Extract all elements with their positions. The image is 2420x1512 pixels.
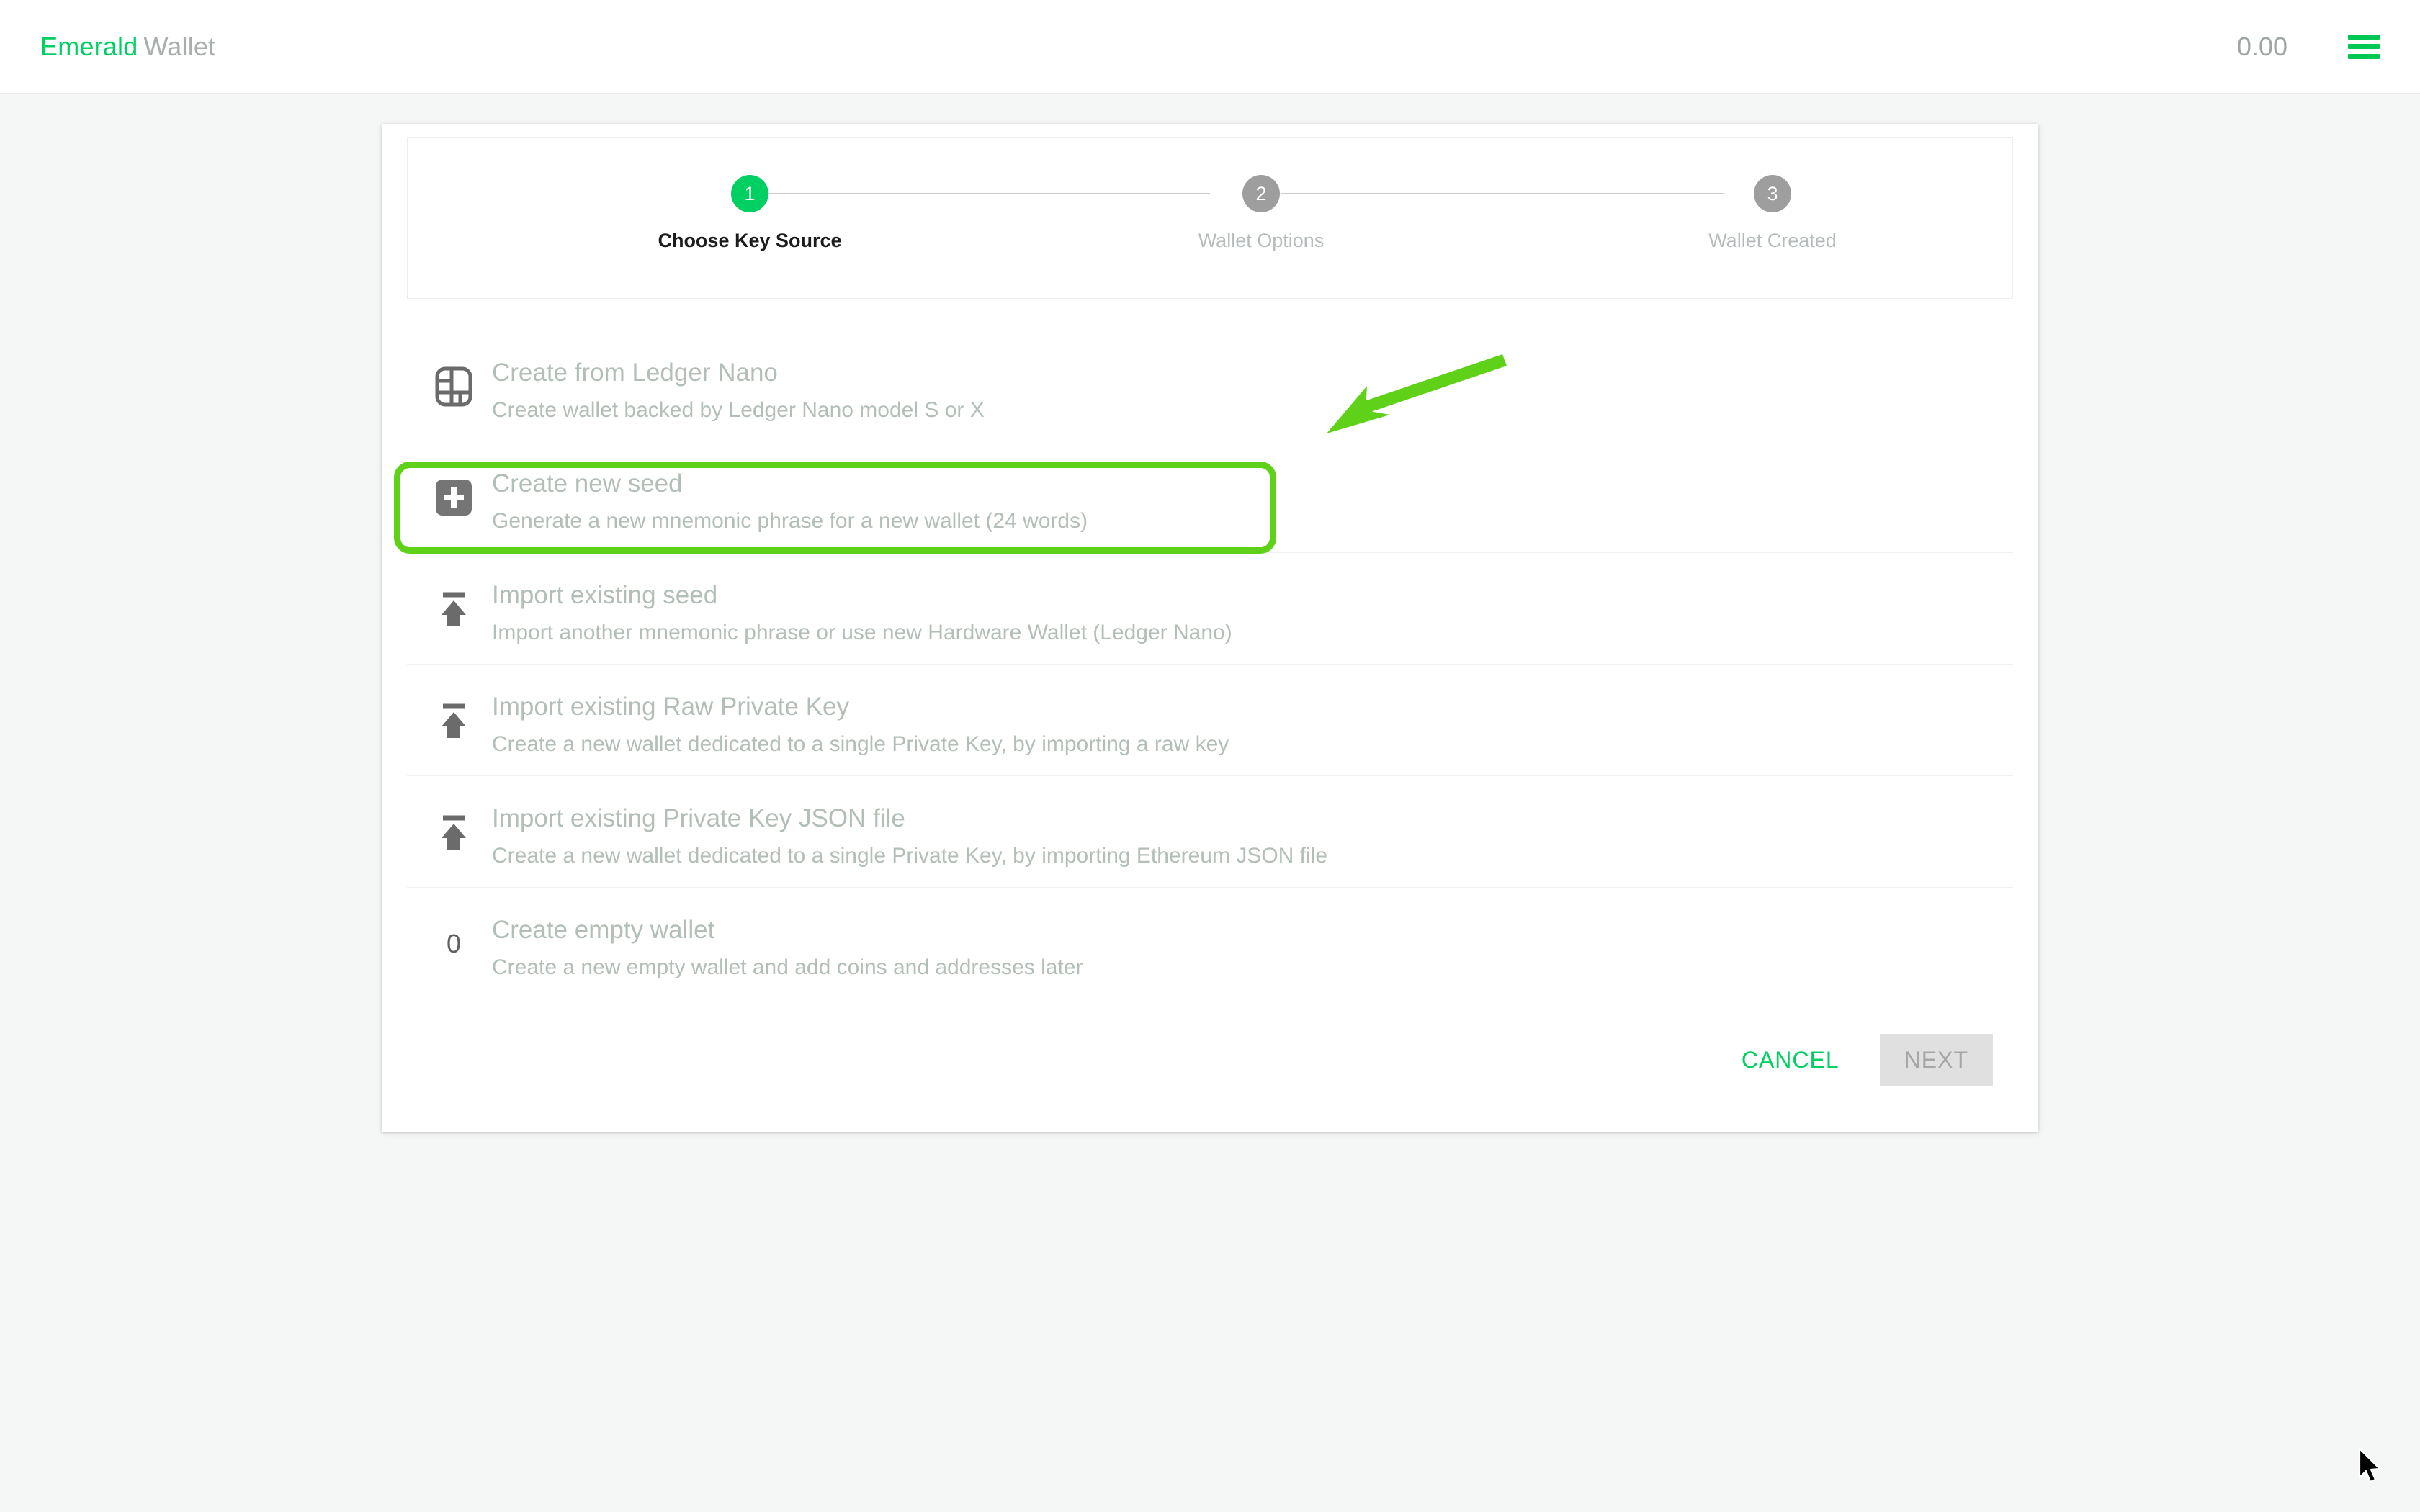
option-text-block: Create empty wallet Create a new empty w…	[485, 914, 1083, 981]
wizard-stepper: 1 Choose Key Source 2 Wallet Options 3 W…	[407, 137, 2013, 299]
option-description: Generate a new mnemonic phrase for a new…	[492, 508, 1088, 533]
option-text-block: Import existing seed Import another mnem…	[485, 579, 1232, 646]
brand-secondary-text: Wallet	[143, 31, 216, 61]
step-1-label: Choose Key Source	[658, 230, 842, 251]
stepper-step-3[interactable]: 3 Wallet Created	[1643, 175, 1902, 252]
option-description: Create a new wallet dedicated to a singl…	[492, 843, 1328, 868]
top-bar-right-group: 0.00	[2237, 32, 2380, 62]
option-text-block: Create from Ledger Nano Create wallet ba…	[485, 356, 985, 423]
hamburger-bar-1	[2348, 34, 2380, 40]
option-description: Create a new wallet dedicated to a singl…	[492, 732, 1229, 756]
option-description: Import another mnemonic phrase or use ne…	[492, 620, 1232, 644]
option-text-block: Import existing Private Key JSON file Cr…	[485, 802, 1327, 869]
brand-primary-text: Emerald	[40, 31, 138, 61]
hamburger-menu-icon[interactable]	[2348, 34, 2380, 59]
option-title: Import existing Raw Private Key	[492, 693, 850, 721]
option-title: Import existing Private Key JSON file	[492, 804, 905, 832]
next-button: NEXT	[1879, 1033, 1993, 1086]
plus-square-icon	[423, 467, 485, 528]
option-text-block: Import existing Raw Private Key Create a…	[485, 690, 1229, 757]
option-create-empty-wallet[interactable]: 0 Create empty wallet Create a new empty…	[407, 888, 2013, 999]
zero-digit-glyph: 0	[446, 929, 462, 958]
hamburger-bar-2	[2348, 44, 2380, 49]
upload-arrow-icon	[423, 690, 485, 751]
option-title: Create new seed	[492, 469, 683, 498]
stepper-step-2[interactable]: 2 Wallet Options	[1131, 175, 1391, 252]
option-import-raw-private-key[interactable]: Import existing Raw Private Key Create a…	[407, 665, 2013, 776]
mouse-cursor-icon	[2357, 1447, 2385, 1488]
create-wallet-card: 1 Choose Key Source 2 Wallet Options 3 W…	[382, 124, 2038, 1132]
option-create-new-seed[interactable]: Create new seed Generate a new mnemonic …	[407, 441, 2013, 553]
option-text-block: Create new seed Generate a new mnemonic …	[485, 467, 1088, 534]
stepper-track: 1 Choose Key Source 2 Wallet Options 3 W…	[408, 138, 2012, 298]
option-import-private-key-json[interactable]: Import existing Private Key JSON file Cr…	[407, 776, 2013, 888]
option-import-existing-seed[interactable]: Import existing seed Import another mnem…	[407, 553, 2013, 665]
key-source-options-list: Create from Ledger Nano Create wallet ba…	[407, 330, 2013, 999]
top-app-bar: Emerald Wallet 0.00	[0, 0, 2420, 94]
stepper-step-1[interactable]: 1 Choose Key Source	[620, 175, 879, 252]
total-balance: 0.00	[2236, 31, 2287, 61]
step-3-label: Wallet Created	[1708, 230, 1837, 251]
option-title: Create empty wallet	[492, 916, 715, 944]
option-create-from-ledger-nano[interactable]: Create from Ledger Nano Create wallet ba…	[407, 330, 2013, 441]
zero-digit-icon: 0	[423, 914, 485, 974]
ledger-device-icon	[423, 356, 485, 417]
upload-arrow-icon	[423, 802, 485, 863]
option-title: Import existing seed	[492, 581, 718, 609]
option-description: Create a new empty wallet and add coins …	[492, 955, 1083, 979]
option-description: Create wallet backed by Ledger Nano mode…	[492, 397, 985, 422]
app-logo[interactable]: Emerald Wallet	[40, 32, 215, 62]
step-3-number: 3	[1754, 175, 1791, 212]
upload-arrow-icon	[423, 579, 485, 639]
cancel-button[interactable]: CANCEL	[1723, 1034, 1858, 1086]
plus-square-glyph	[436, 480, 472, 516]
card-footer-actions: CANCEL NEXT	[407, 1009, 2013, 1110]
option-title: Create from Ledger Nano	[492, 359, 778, 387]
step-1-number: 1	[731, 175, 768, 212]
step-2-number: 2	[1242, 175, 1280, 212]
hamburger-bar-3	[2348, 53, 2380, 59]
step-2-label: Wallet Options	[1198, 230, 1325, 251]
